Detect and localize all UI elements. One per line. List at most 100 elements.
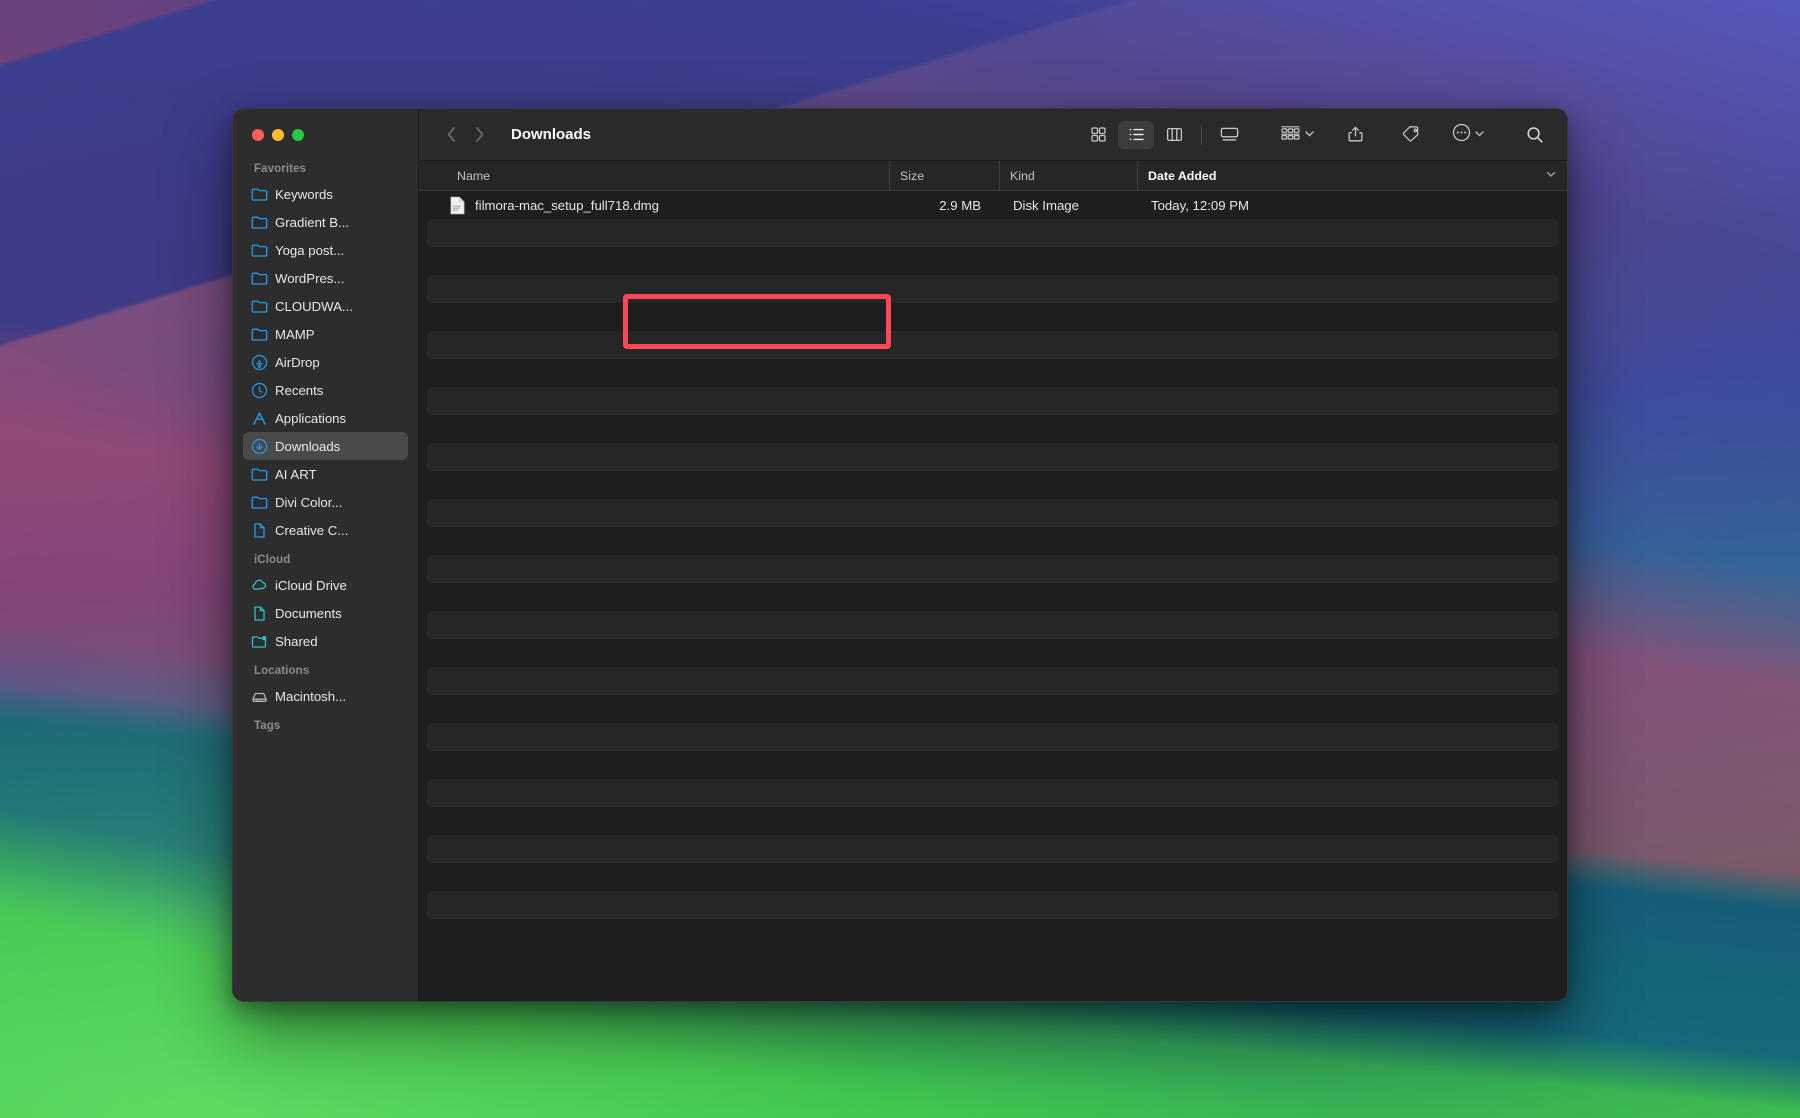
column-header-date-added[interactable]: Date Added	[1137, 161, 1567, 190]
sidebar-section-tags: Tags	[254, 720, 281, 732]
sidebar-item-shared[interactable]: Shared	[243, 627, 408, 655]
share-button[interactable]	[1337, 121, 1373, 149]
sidebar-item-label: Downloads	[275, 438, 341, 454]
sidebar-item-ai-art[interactable]: AI ART	[243, 460, 408, 488]
page-title: Downloads	[511, 126, 592, 143]
empty-row	[427, 723, 1559, 751]
sidebar-item-label: Divi Color...	[275, 494, 343, 510]
sidebar-item-label: Yoga post...	[275, 242, 345, 258]
maximize-button[interactable]	[292, 129, 304, 141]
empty-row	[427, 919, 1559, 947]
file-size-label: 2.9 MB	[939, 197, 981, 213]
file-list[interactable]: filmora-mac_setup_full718.dmg 2.9 MB Dis…	[419, 191, 1567, 1001]
sidebar-item-label: AI ART	[275, 466, 317, 482]
column-header-size[interactable]: Size	[889, 161, 999, 190]
table-row[interactable]: filmora-mac_setup_full718.dmg 2.9 MB Dis…	[427, 191, 1559, 219]
sidebar-item-label: Gradient B...	[275, 214, 350, 230]
file-date-added-label: Today, 12:09 PM	[1151, 197, 1249, 213]
group-by-button[interactable]	[1277, 123, 1317, 147]
empty-row	[427, 415, 1559, 443]
chevron-down-icon	[1474, 126, 1485, 144]
sidebar-item-cloudwa[interactable]: CLOUDWA...	[243, 292, 408, 320]
folder-icon	[251, 242, 268, 259]
sidebar-section-favorites: Favorites	[254, 163, 307, 175]
finder-window: Favorites Keywords Gradient B... Yoga po…	[232, 108, 1568, 1002]
empty-row	[427, 359, 1559, 387]
sidebar-item-macintosh-hd[interactable]: Macintosh...	[243, 682, 408, 710]
document-icon	[251, 605, 268, 622]
file-kind-label: Disk Image	[1013, 197, 1079, 213]
sidebar-item-downloads[interactable]: Downloads	[243, 432, 408, 460]
folder-icon	[251, 298, 268, 315]
empty-row	[427, 247, 1559, 275]
tags-button[interactable]	[1393, 121, 1429, 149]
column-header-name[interactable]: Name	[419, 161, 889, 190]
sidebar-item-label: CLOUDWA...	[275, 298, 353, 314]
sidebar-item-airdrop[interactable]: AirDrop	[243, 348, 408, 376]
window-controls	[233, 109, 418, 161]
downloads-icon	[251, 438, 268, 455]
sidebar-item-label: Macintosh...	[275, 688, 347, 704]
airdrop-icon	[251, 354, 268, 371]
sidebar-item-divi-color[interactable]: Divi Color...	[243, 488, 408, 516]
column-view-button[interactable]	[1156, 121, 1192, 149]
empty-row	[427, 639, 1559, 667]
back-button[interactable]	[437, 121, 465, 149]
sidebar-item-applications[interactable]: Applications	[243, 404, 408, 432]
folder-icon	[251, 326, 268, 343]
sidebar-section-locations: Locations	[254, 665, 310, 677]
empty-row	[427, 807, 1559, 835]
search-button[interactable]	[1517, 121, 1553, 149]
folder-icon	[251, 186, 268, 203]
cloud-icon	[251, 577, 268, 594]
more-actions-button[interactable]	[1449, 122, 1487, 148]
sidebar-item-wordpress[interactable]: WordPres...	[243, 264, 408, 292]
more-icon	[1451, 122, 1472, 148]
empty-row	[427, 751, 1559, 779]
sidebar-item-label: Applications	[275, 410, 347, 426]
empty-row	[427, 331, 1559, 359]
sidebar-item-documents[interactable]: Documents	[243, 599, 408, 627]
column-label: Size	[900, 168, 925, 183]
group-icon	[1279, 123, 1302, 147]
close-button[interactable]	[252, 129, 264, 141]
column-header-kind[interactable]: Kind	[999, 161, 1137, 190]
sort-chevron-down-icon	[1545, 168, 1557, 183]
sidebar-item-label: Shared	[275, 633, 318, 649]
applications-icon	[251, 410, 268, 427]
toolbar-divider	[1201, 124, 1202, 145]
sidebar-item-mamp[interactable]: MAMP	[243, 320, 408, 348]
minimize-button[interactable]	[272, 129, 284, 141]
sidebar-item-label: Keywords	[275, 186, 333, 202]
list-view-button[interactable]	[1118, 120, 1154, 149]
document-icon	[251, 522, 268, 539]
sidebar-item-label: AirDrop	[275, 354, 320, 370]
sidebar-item-label: MAMP	[275, 326, 315, 342]
empty-row	[427, 891, 1559, 919]
empty-row	[427, 443, 1559, 471]
empty-row	[427, 303, 1559, 331]
sidebar-item-icloud-drive[interactable]: iCloud Drive	[243, 571, 408, 599]
empty-row	[427, 275, 1559, 303]
forward-button[interactable]	[465, 121, 493, 149]
empty-row	[427, 835, 1559, 863]
shared-folder-icon	[251, 633, 268, 650]
dmg-file-icon	[449, 196, 466, 215]
sidebar-item-creative-c[interactable]: Creative C...	[243, 516, 408, 544]
column-header-row: Name Size Kind Date Added	[419, 161, 1567, 191]
gallery-view-button[interactable]	[1211, 121, 1247, 149]
empty-row	[427, 555, 1559, 583]
icon-view-button[interactable]	[1080, 121, 1116, 149]
empty-row	[427, 471, 1559, 499]
empty-row	[427, 611, 1559, 639]
hard-drive-icon	[251, 688, 268, 705]
empty-row	[427, 583, 1559, 611]
sidebar-scroll-area[interactable]: Favorites Keywords Gradient B... Yoga po…	[233, 161, 418, 737]
sidebar-item-recents[interactable]: Recents	[243, 376, 408, 404]
sidebar-item-yoga-post[interactable]: Yoga post...	[243, 236, 408, 264]
sidebar-item-gradient-b[interactable]: Gradient B...	[243, 208, 408, 236]
folder-icon	[251, 494, 268, 511]
folder-icon	[251, 270, 268, 287]
sidebar-section-icloud: iCloud	[254, 554, 291, 566]
sidebar-item-keywords[interactable]: Keywords	[243, 180, 408, 208]
